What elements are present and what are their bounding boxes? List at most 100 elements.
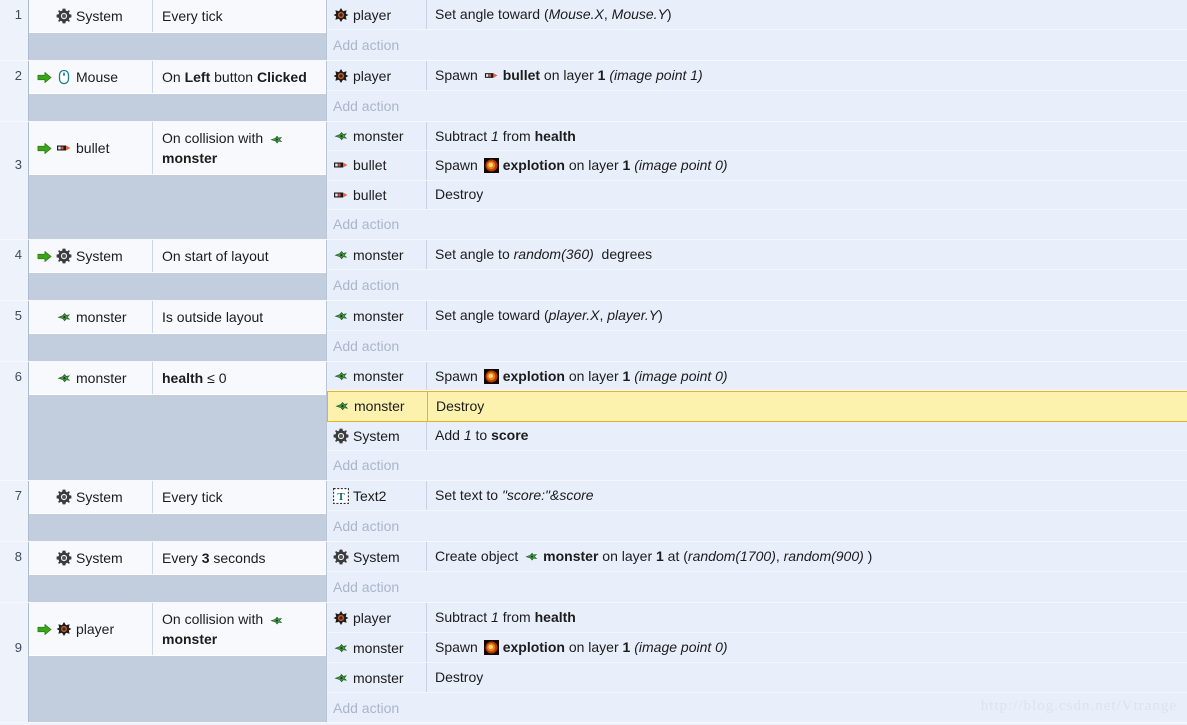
condition-row[interactable]: Mouse On Left button Clicked [29,61,326,94]
condition-filler[interactable] [29,395,326,480]
condition-text[interactable]: Every 3 seconds [153,542,326,574]
condition-filler[interactable] [29,175,326,239]
condition-row[interactable]: System Every 3 seconds [29,542,326,575]
action-text[interactable]: Subtract 1 from health [427,603,1187,632]
condition-filler[interactable] [29,334,326,361]
action-text[interactable]: Set angle to random(360) degrees [427,240,1187,269]
add-action-link[interactable]: Add action [327,30,1187,59]
action-text[interactable]: Set text to "score:"&score [427,481,1187,510]
action-text[interactable]: Subtract 1 from health [427,122,1187,150]
condition-row[interactable]: System Every tick [29,0,326,33]
action-text[interactable]: Spawn explotion on layer 1 (image point … [427,633,1187,662]
event-block[interactable]: 5 monster Is outside layout monster Set an… [0,301,1187,362]
action-row[interactable]: player Set angle toward (Mouse.X, Mouse.Y… [327,0,1187,30]
event-block[interactable]: 7 System Every tick T Text2 Set text to "s… [0,481,1187,542]
action-object[interactable]: player [327,603,427,632]
action-text[interactable]: Create object monster on layer 1 at (ran… [427,542,1187,571]
condition-object[interactable]: System [29,0,153,32]
action-text[interactable]: Set angle toward (player.X, player.Y) [427,301,1187,330]
action-object[interactable]: monster [327,633,427,662]
event-block[interactable]: 2 Mouse On Left button Clicked player Spaw… [0,61,1187,122]
action-text[interactable]: Spawn explotion on layer 1 (image point … [427,362,1187,390]
condition-row[interactable]: monster Is outside layout [29,301,326,334]
action-row[interactable]: player Subtract 1 from health [327,603,1187,633]
action-object[interactable]: T Text2 [327,481,427,510]
condition-row[interactable]: monster health ≤ 0 [29,362,326,395]
action-row[interactable]: monster Destroy [327,663,1187,693]
condition-text[interactable]: Every tick [153,0,326,32]
condition-filler[interactable] [29,94,326,121]
condition-text[interactable]: On Left button Clicked [153,61,326,93]
action-object[interactable]: player [327,0,427,29]
action-text[interactable]: Destroy [427,663,1187,692]
add-action-link[interactable]: Add action [327,331,1187,360]
action-object[interactable]: monster [327,240,427,269]
action-row[interactable]: monster Set angle toward (player.X, playe… [327,301,1187,331]
action-row[interactable]: monster Spawn explotion on layer 1 (image… [327,633,1187,663]
event-block[interactable]: 3 bullet On collision with monster monste… [0,122,1187,240]
event-block[interactable]: 9 player On collision with monster player… [0,603,1187,723]
action-object[interactable]: player [327,61,427,90]
condition-filler[interactable] [29,33,326,60]
condition-object[interactable]: System [29,542,153,574]
action-row[interactable]: player Spawn bullet on layer 1 (image poi… [327,61,1187,91]
action-object[interactable]: bullet [327,151,427,180]
action-row[interactable]: bullet Destroy [327,180,1187,210]
action-text[interactable]: Destroy [427,181,1187,209]
action-object[interactable]: monster [327,663,427,692]
condition-filler[interactable] [29,273,326,300]
condition-text[interactable]: On start of layout [153,240,326,272]
action-row[interactable]: monster Subtract 1 from health [327,122,1187,152]
action-row[interactable]: System Create object monster on layer 1 a… [327,542,1187,572]
action-row[interactable]: monster Set angle to random(360) degrees [327,240,1187,270]
condition-text[interactable]: Is outside layout [153,301,326,333]
condition-row[interactable]: bullet On collision with monster [29,122,326,175]
condition-text[interactable]: health ≤ 0 [153,362,326,394]
action-text[interactable]: Destroy [428,392,1187,420]
condition-text[interactable]: On collision with monster [153,122,326,174]
condition-row[interactable]: player On collision with monster [29,603,326,656]
action-text[interactable]: Set angle toward (Mouse.X, Mouse.Y) [427,0,1187,29]
event-block[interactable]: 8 System Every 3 seconds System Create obj… [0,542,1187,603]
condition-object[interactable]: monster [29,362,153,394]
condition-row[interactable]: System On start of layout [29,240,326,273]
condition-object[interactable]: monster [29,301,153,333]
add-action-link[interactable]: Add action [327,209,1187,239]
action-row-selected[interactable]: monster Destroy [327,391,1187,422]
condition-object[interactable]: bullet [29,122,153,174]
action-object[interactable]: monster [327,301,427,330]
add-action-link[interactable]: Add action [327,693,1187,722]
condition-filler[interactable] [29,514,326,541]
condition-column: System Every tick [28,0,326,60]
action-text[interactable]: Add 1 to score [427,422,1187,450]
action-object[interactable]: bullet [327,180,427,209]
action-text[interactable]: Spawn explotion on layer 1 (image point … [427,151,1187,179]
action-text[interactable]: Spawn bullet on layer 1 (image point 1) [427,61,1187,90]
event-block[interactable]: 4 System On start of layout monster Set an… [0,240,1187,301]
action-object[interactable]: System [327,421,427,450]
action-row[interactable]: bullet Spawn explotion on layer 1 (image … [327,151,1187,181]
condition-object[interactable]: Mouse [29,61,153,93]
condition-object[interactable]: System [29,240,153,272]
add-action-link[interactable]: Add action [327,270,1187,299]
add-action-link[interactable]: Add action [327,511,1187,540]
action-row[interactable]: System Add 1 to score [327,421,1187,451]
condition-object[interactable]: player [29,603,153,655]
event-block[interactable]: 1 System Every tick player Set angle towar… [0,0,1187,61]
condition-filler[interactable] [29,575,326,602]
action-row[interactable]: T Text2 Set text to "score:"&score [327,481,1187,511]
add-action-link[interactable]: Add action [327,91,1187,120]
condition-filler[interactable] [29,656,326,722]
action-object[interactable]: monster [327,122,427,151]
event-block[interactable]: 6 monster health ≤ 0 monster Spawn exploti… [0,362,1187,481]
action-object[interactable]: monster [327,362,427,391]
condition-object[interactable]: System [29,481,153,513]
action-object[interactable]: monster [328,392,428,421]
condition-row[interactable]: System Every tick [29,481,326,514]
condition-text[interactable]: On collision with monster [153,603,326,655]
add-action-link[interactable]: Add action [327,450,1187,480]
action-row[interactable]: monster Spawn explotion on layer 1 (image… [327,362,1187,392]
condition-text[interactable]: Every tick [153,481,326,513]
action-object[interactable]: System [327,542,427,571]
add-action-link[interactable]: Add action [327,572,1187,601]
